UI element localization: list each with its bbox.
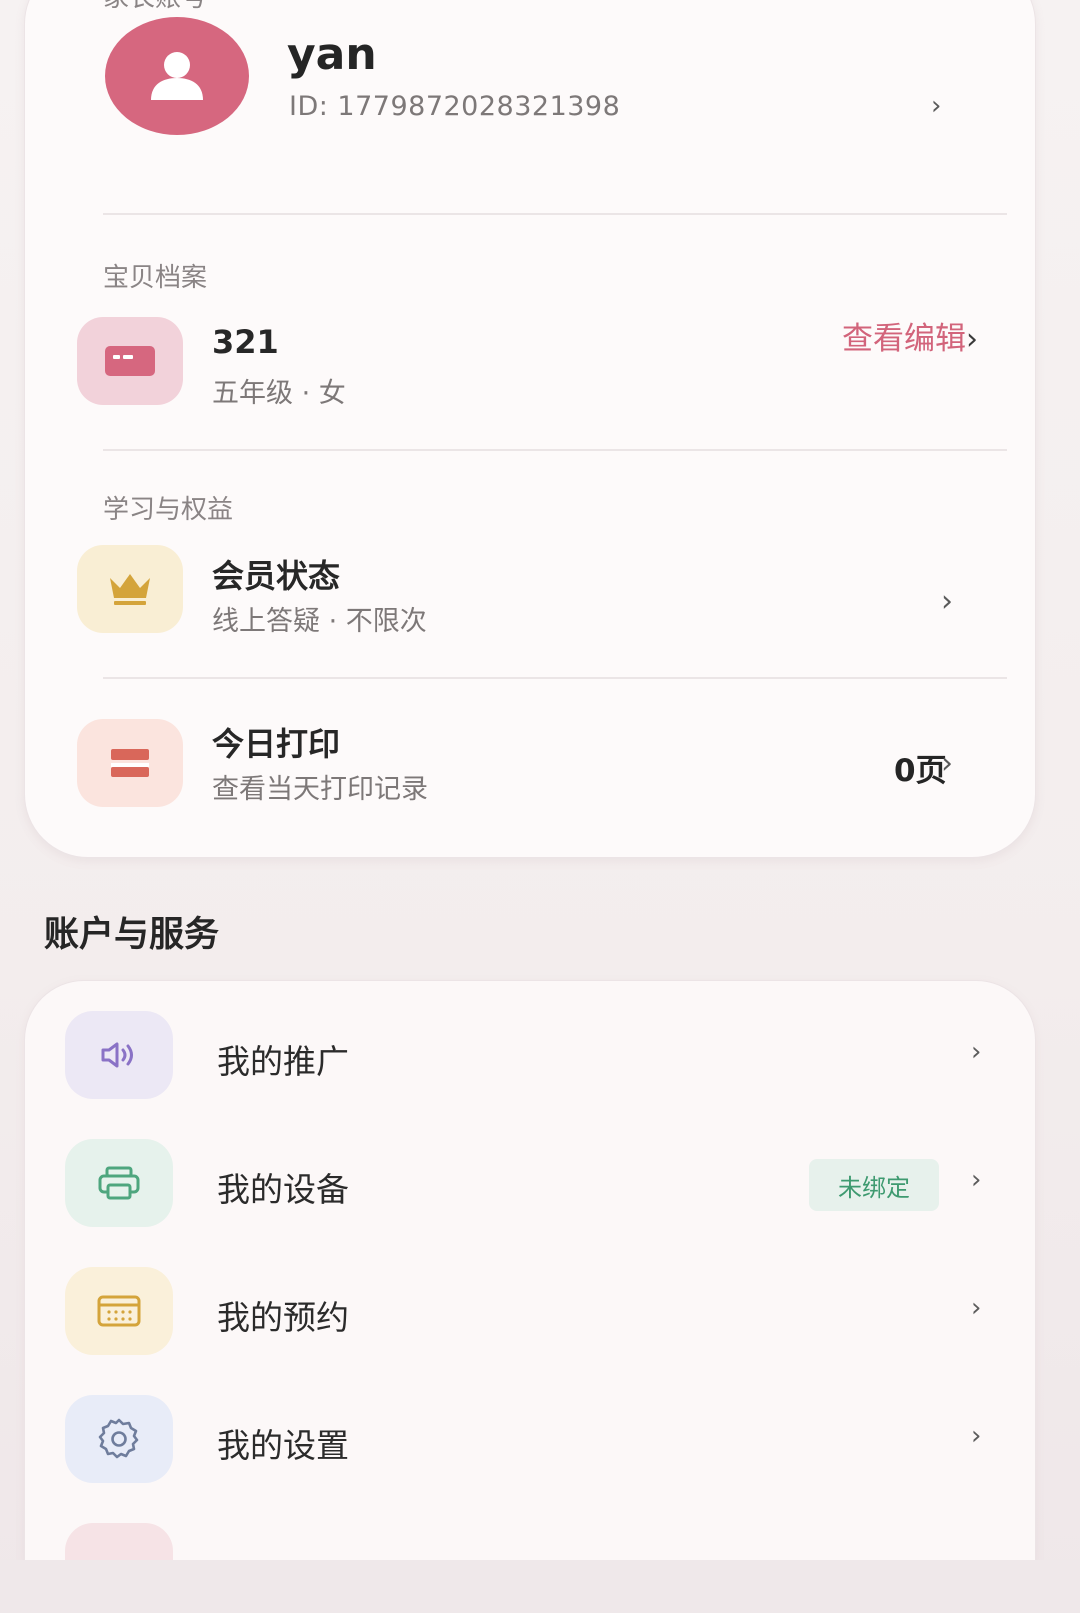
crown-icon-tile: [77, 545, 183, 633]
speaker-icon-tile: [65, 1011, 173, 1099]
gear-icon-tile: [65, 1395, 173, 1483]
baby-name: 321: [212, 323, 279, 361]
today-print-title: 今日打印: [212, 725, 341, 763]
chevron-right-icon[interactable]: ›: [941, 749, 953, 779]
speaker-icon: [101, 1042, 133, 1068]
printer-icon: [98, 1166, 140, 1200]
account-services-heading: 账户与服务: [44, 915, 220, 955]
learning-benefits-label: 学习与权益: [103, 495, 234, 525]
membership-title: 会员状态: [212, 557, 341, 595]
calendar-icon-tile: [65, 1267, 173, 1355]
id-card-icon: [105, 346, 155, 376]
gear-icon: [98, 1418, 139, 1459]
menu-item-label: 我的预约: [217, 1298, 349, 1337]
chevron-right-icon[interactable]: ›: [941, 587, 953, 617]
list-item: [65, 1523, 173, 1561]
user-icon: [151, 52, 203, 100]
baby-profile-label: 宝贝档案: [103, 263, 208, 293]
calendar-icon: [97, 1295, 141, 1327]
chevron-right-icon[interactable]: ›: [971, 1295, 981, 1321]
baby-details: 五年级 · 女: [212, 378, 346, 409]
print-pages-count: 0页: [894, 753, 947, 789]
id-card-icon-tile: [77, 317, 183, 405]
status-badge: 未绑定: [809, 1159, 939, 1211]
menu-item-label: 我的推广: [217, 1042, 349, 1081]
chevron-right-icon: ›: [966, 322, 978, 357]
username: yan: [287, 29, 377, 80]
user-id: ID: 1779872028321398: [289, 91, 621, 122]
printer-icon: [111, 749, 149, 777]
divider: [103, 213, 1007, 215]
parent-account-label: 家长账号: [103, 0, 207, 14]
menu-item-label: 我的设备: [217, 1170, 349, 1209]
view-edit-link[interactable]: 查看编辑›: [842, 313, 978, 358]
menu-item-label: 我的设置: [217, 1426, 349, 1465]
today-print-subtitle: 查看当天打印记录: [212, 774, 428, 805]
chevron-right-icon[interactable]: ›: [971, 1423, 981, 1449]
membership-subtitle: 线上答疑 · 不限次: [212, 606, 427, 637]
services-menu-card: 我的推广 › 我的设备 未绑定 › 我的预约 › 我的设置 ›: [24, 980, 1036, 1561]
crown-icon: [110, 574, 150, 605]
divider: [103, 449, 1007, 451]
bottom-strip: [0, 1560, 1080, 1613]
print-icon-tile: [77, 719, 183, 807]
divider: [103, 677, 1007, 679]
avatar[interactable]: [105, 17, 249, 135]
printer-icon-tile: [65, 1139, 173, 1227]
chevron-right-icon[interactable]: ›: [971, 1039, 981, 1065]
profile-card: 家长账号 yan ID: 1779872028321398 › 宝贝档案 321…: [24, 0, 1036, 858]
view-edit-label: 查看编辑: [842, 321, 966, 357]
chevron-right-icon[interactable]: ›: [931, 93, 941, 119]
chevron-right-icon[interactable]: ›: [971, 1167, 981, 1193]
